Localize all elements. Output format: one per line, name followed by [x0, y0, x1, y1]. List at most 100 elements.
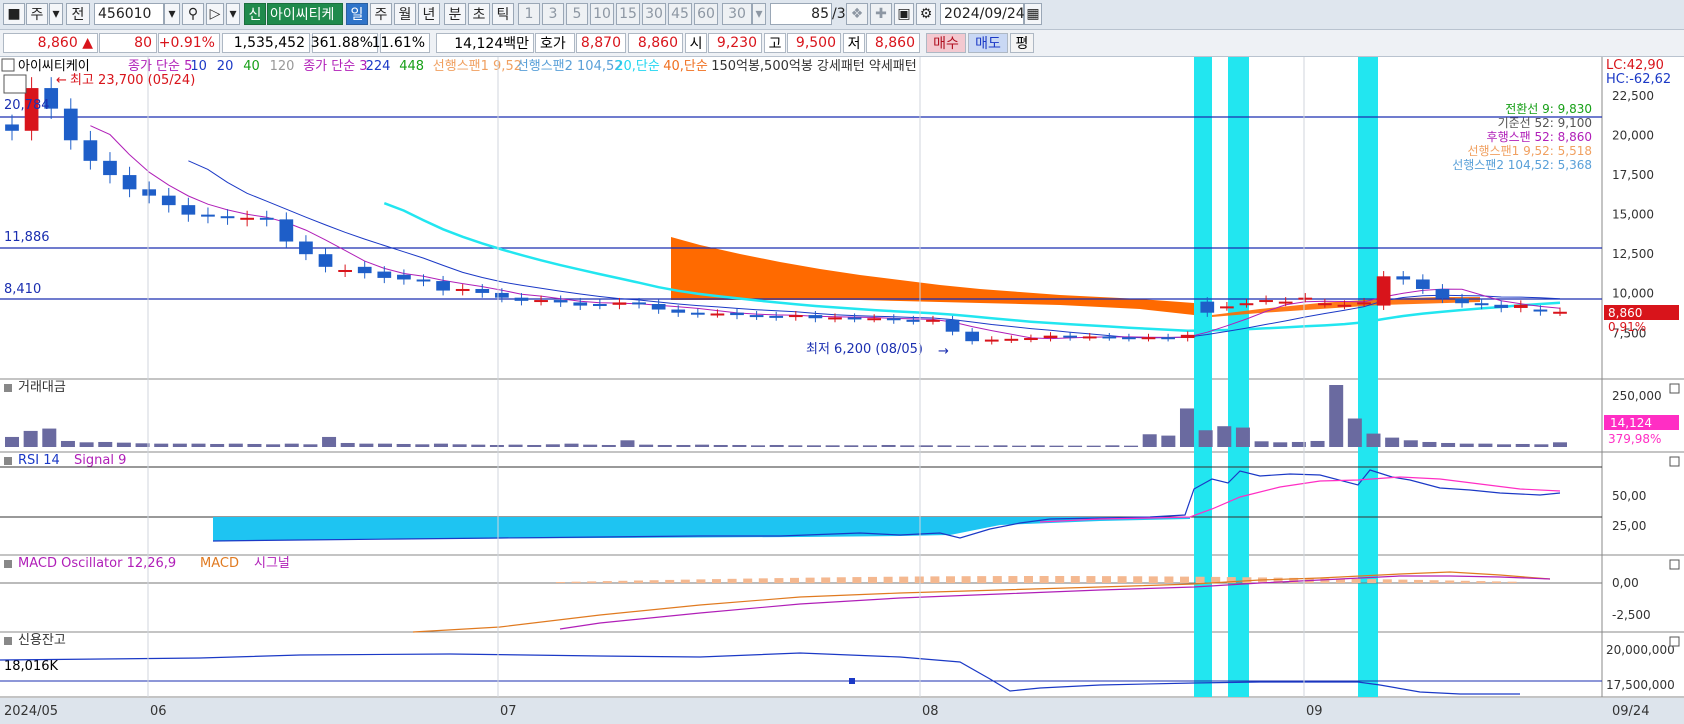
volume-bar [844, 445, 859, 447]
buy-button[interactable]: 매수 [926, 33, 966, 53]
candle-body [1455, 298, 1469, 304]
calendar-icon[interactable]: ▦ [1024, 3, 1042, 25]
speaker-icon[interactable]: ▷ [206, 3, 224, 25]
date-input[interactable]: 2024/09/24 [940, 3, 1025, 25]
panel-menu-icon[interactable] [1, 58, 15, 72]
macd-osc-bar [836, 577, 846, 583]
candle-body [1278, 301, 1293, 304]
interval-15[interactable]: 15 [616, 3, 640, 25]
volume-bar [1515, 443, 1530, 447]
chevron-down-icon[interactable]: ▾ [49, 3, 63, 25]
volume-text: 1,535,452 [233, 35, 305, 51]
volume-bar [60, 440, 75, 447]
open-label-text: 시 [689, 36, 703, 52]
new-listing-badge: 신 [244, 3, 266, 25]
crosshair-icon[interactable]: ✚ [870, 3, 892, 25]
prev-button[interactable]: 전 [66, 3, 90, 25]
candle-body [1435, 288, 1450, 299]
average-button[interactable]: 평 [1010, 33, 1034, 53]
count-input[interactable]: 85 [770, 3, 832, 25]
search-icon[interactable]: ⚲ [182, 3, 204, 25]
candle-body [671, 309, 686, 313]
save-icon[interactable]: ▣ [894, 3, 914, 25]
high-label: 고 [764, 33, 786, 53]
period-year[interactable]: 년 [418, 3, 440, 25]
interval-45[interactable]: 45 [668, 3, 692, 25]
volume-bar [937, 445, 952, 447]
candle-body [1082, 336, 1097, 339]
interval-10[interactable]: 10 [590, 3, 614, 25]
legend-item: 40 [243, 59, 260, 74]
candle-body [514, 297, 529, 301]
macd-osc-bar [899, 576, 909, 583]
candle-body [1553, 311, 1567, 314]
high-annotation: 최고 23,700 (05/24) [70, 73, 195, 88]
stock-code-input[interactable]: 456010 [94, 3, 164, 25]
period-month[interactable]: 월 [394, 3, 416, 25]
macd-tick: -2,500 [1612, 608, 1651, 622]
highlight-bar [1228, 57, 1249, 697]
price-tick: 12,500 [1612, 247, 1654, 261]
interval-60[interactable]: 60 [694, 3, 718, 25]
x-tick: 2024/05 [4, 704, 58, 719]
volume-bar [1273, 442, 1288, 447]
volume-bar [900, 445, 915, 447]
volume-bar [378, 443, 393, 447]
interval-30[interactable]: 30 [642, 3, 666, 25]
macd-osc-bar [1460, 580, 1470, 583]
volume-bar [1329, 385, 1344, 447]
period-week[interactable]: 주 [370, 3, 392, 25]
code-dropdown-icon[interactable]: ▾ [164, 3, 180, 25]
candle-body [475, 288, 490, 293]
close-icon[interactable] [1669, 559, 1680, 570]
close-icon[interactable] [1669, 636, 1680, 647]
chevron-down-icon[interactable]: ▾ [752, 3, 766, 25]
volume-bar [1161, 435, 1176, 447]
period-second[interactable]: 초 [468, 3, 490, 25]
change-percent: +0.91% [158, 33, 220, 53]
calculator-icon[interactable] [3, 74, 27, 94]
period-tick[interactable]: 틱 [492, 3, 514, 25]
hline-top-label: 20,784 [4, 98, 50, 113]
interval-5[interactable]: 5 [566, 3, 588, 25]
interval-input[interactable]: 30 [722, 3, 752, 25]
period-second-label: 초 [472, 7, 486, 23]
candle-body [1220, 306, 1234, 309]
period-day[interactable]: 일 [346, 3, 368, 25]
volume-bar [1086, 445, 1101, 447]
macd-osc-bar [930, 576, 940, 583]
macd-osc-bar [805, 577, 815, 583]
volume-bar [172, 443, 187, 447]
volume: 1,535,452 [222, 33, 310, 53]
volume-bar [191, 443, 206, 447]
candle-body [1259, 300, 1273, 303]
link-icon[interactable]: ❖ [846, 3, 868, 25]
hoga-label: 호가 [535, 33, 575, 53]
price-tick: 22,500 [1612, 89, 1654, 103]
volume-bar [284, 443, 299, 447]
volume-bar [788, 445, 803, 447]
volume-bar [620, 440, 635, 447]
macd-osc-bar [743, 578, 753, 583]
gear-icon[interactable]: ⚙ [916, 3, 936, 25]
close-icon[interactable] [1669, 383, 1680, 394]
macd-osc-bar [1148, 576, 1158, 583]
sell-button[interactable]: 매도 [968, 33, 1008, 53]
layout-icon[interactable]: ■ [3, 3, 25, 25]
macd-osc-bar [602, 581, 612, 583]
chevron-down-icon[interactable]: ▾ [226, 3, 240, 25]
candle-body [495, 292, 509, 298]
stock-chart[interactable]: 22,50020,00017,50015,00012,50010,0007,50… [0, 57, 1684, 724]
macd-osc-bar [946, 576, 955, 583]
market-type-select[interactable]: 주 [26, 3, 48, 25]
close-icon[interactable] [1669, 456, 1680, 467]
period-minute[interactable]: 분 [444, 3, 466, 25]
volume-bar [1142, 434, 1157, 447]
macd-osc-bar [1429, 580, 1439, 583]
candle-body [632, 302, 646, 305]
macd-osc-bar [1195, 576, 1205, 583]
interval-1[interactable]: 1 [518, 3, 540, 25]
volume-bar [42, 428, 57, 447]
stock-name-text: 아이씨티케 [270, 7, 335, 23]
interval-3[interactable]: 3 [542, 3, 564, 25]
